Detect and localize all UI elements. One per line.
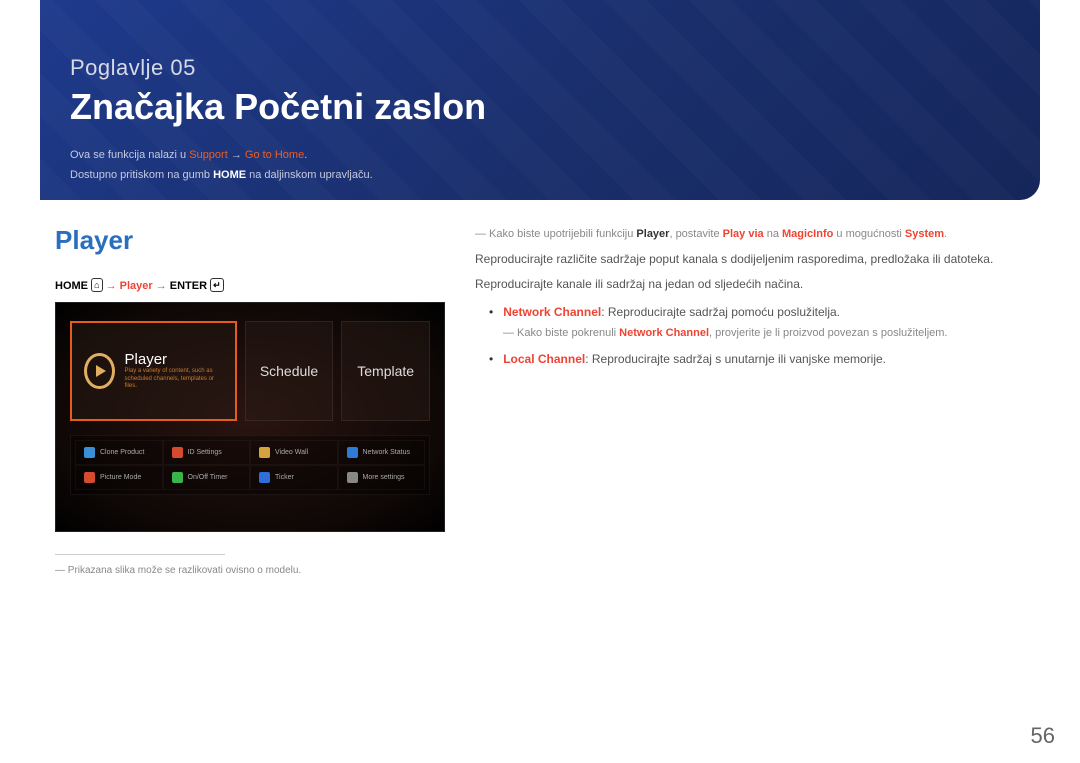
nav-enter: ENTER xyxy=(170,280,207,292)
navigation-path: HOME ⌂ → Player → ENTER ↵ xyxy=(55,278,445,292)
intro-text-2b: na daljinskom upravljaču. xyxy=(246,169,373,181)
grid-item-icon xyxy=(172,472,183,483)
left-column: Player HOME ⌂ → Player → ENTER ↵ Player … xyxy=(55,225,445,576)
play-icon xyxy=(84,353,115,389)
bullet-local-text: : Reproducirajte sadržaj s unutarnje ili… xyxy=(585,352,886,366)
intro-goto-home: Go to Home xyxy=(245,149,304,161)
grid-item: On/Off Timer xyxy=(163,465,251,490)
screenshot-footnote: ― Prikazana slika može se razlikovati ov… xyxy=(55,554,445,576)
tile-schedule: Schedule xyxy=(245,321,334,421)
grid-item-label: Picture Mode xyxy=(100,474,141,481)
page-number: 56 xyxy=(1031,723,1055,749)
screenshot-preview: Player Play a variety of content, such a… xyxy=(55,302,445,532)
tile-template: Template xyxy=(341,321,430,421)
paragraph-1: Reproducirajte različite sadržaje poput … xyxy=(475,249,1025,271)
bullet-network-text: : Reproducirajte sadržaj pomoću poslužit… xyxy=(601,305,840,319)
lead-system: System xyxy=(905,228,944,240)
grid-item-icon xyxy=(84,447,95,458)
grid-item-icon xyxy=(84,472,95,483)
bullet-local-label: Local Channel xyxy=(503,352,585,366)
section-heading: Player xyxy=(55,225,445,256)
chapter-number: 05 xyxy=(170,55,195,80)
tile-row: Player Play a variety of content, such a… xyxy=(70,321,430,421)
grid-item-icon xyxy=(172,447,183,458)
tile-player: Player Play a variety of content, such a… xyxy=(70,321,237,421)
content-area: Player HOME ⌂ → Player → ENTER ↵ Player … xyxy=(55,225,1025,576)
bullet-network-label: Network Channel xyxy=(503,305,601,319)
grid-item: More settings xyxy=(338,465,426,490)
chapter-header: Poglavlje 05 Značajka Početni zaslon Ova… xyxy=(40,0,1040,200)
bullet-network: Network Channel: Reproducirajte sadržaj … xyxy=(475,302,1025,324)
tile-player-title: Player xyxy=(125,351,223,368)
subnote-nc: Network Channel xyxy=(619,327,709,339)
header-intro: Ova se funkcija nalazi u Support → Go to… xyxy=(70,146,1010,186)
chapter-title: Značajka Početni zaslon xyxy=(70,86,1010,128)
grid-item-label: Clone Product xyxy=(100,449,144,456)
intro-home-label: HOME xyxy=(213,169,246,181)
lead-note: ― Kako biste upotrijebili funkciju Playe… xyxy=(475,225,1025,245)
grid-item: Clone Product xyxy=(75,440,163,465)
nav-arrow: → xyxy=(106,280,120,292)
grid-item-icon xyxy=(259,447,270,458)
grid-item-label: More settings xyxy=(363,474,405,481)
chapter-label: Poglavlje 05 xyxy=(70,55,1010,81)
nav-player: Player xyxy=(120,280,153,292)
home-icon: ⌂ xyxy=(91,278,102,292)
grid-item-label: Network Status xyxy=(363,449,410,456)
nav-arrow-2: → xyxy=(156,280,167,292)
grid-item-icon xyxy=(347,447,358,458)
grid-item-label: Ticker xyxy=(275,474,294,481)
grid-item-label: ID Settings xyxy=(188,449,222,456)
grid-item: Ticker xyxy=(250,465,338,490)
intro-text-2a: Dostupno pritiskom na gumb xyxy=(70,169,213,181)
paragraph-2: Reproducirajte kanale ili sadržaj na jed… xyxy=(475,274,1025,296)
tile-player-subtitle: Play a variety of content, such as sched… xyxy=(125,368,223,391)
bullet-network-subnote: ― Kako biste pokrenuli Network Channel, … xyxy=(475,324,1025,344)
intro-support: Support xyxy=(189,149,228,161)
grid-item-icon xyxy=(347,472,358,483)
grid-item-label: On/Off Timer xyxy=(188,474,228,481)
grid-item: Video Wall xyxy=(250,440,338,465)
lead-magicinfo: MagicInfo xyxy=(782,228,833,240)
nav-home: HOME xyxy=(55,280,88,292)
lead-player: Player xyxy=(636,228,669,240)
enter-icon: ↵ xyxy=(210,278,224,292)
intro-text: Ova se funkcija nalazi u xyxy=(70,149,189,161)
grid-item: Picture Mode xyxy=(75,465,163,490)
lead-playvia: Play via xyxy=(723,228,764,240)
chapter-prefix: Poglavlje xyxy=(70,55,164,80)
intro-arrow: → xyxy=(228,149,245,161)
grid-item: ID Settings xyxy=(163,440,251,465)
grid-item-icon xyxy=(259,472,270,483)
grid-item: Network Status xyxy=(338,440,426,465)
right-column: ― Kako biste upotrijebili funkciju Playe… xyxy=(475,225,1025,576)
grid-panel: Clone Product ID Settings Video Wall Networ… xyxy=(70,435,430,495)
bullet-local: Local Channel: Reproducirajte sadržaj s … xyxy=(475,349,1025,371)
grid-item-label: Video Wall xyxy=(275,449,308,456)
